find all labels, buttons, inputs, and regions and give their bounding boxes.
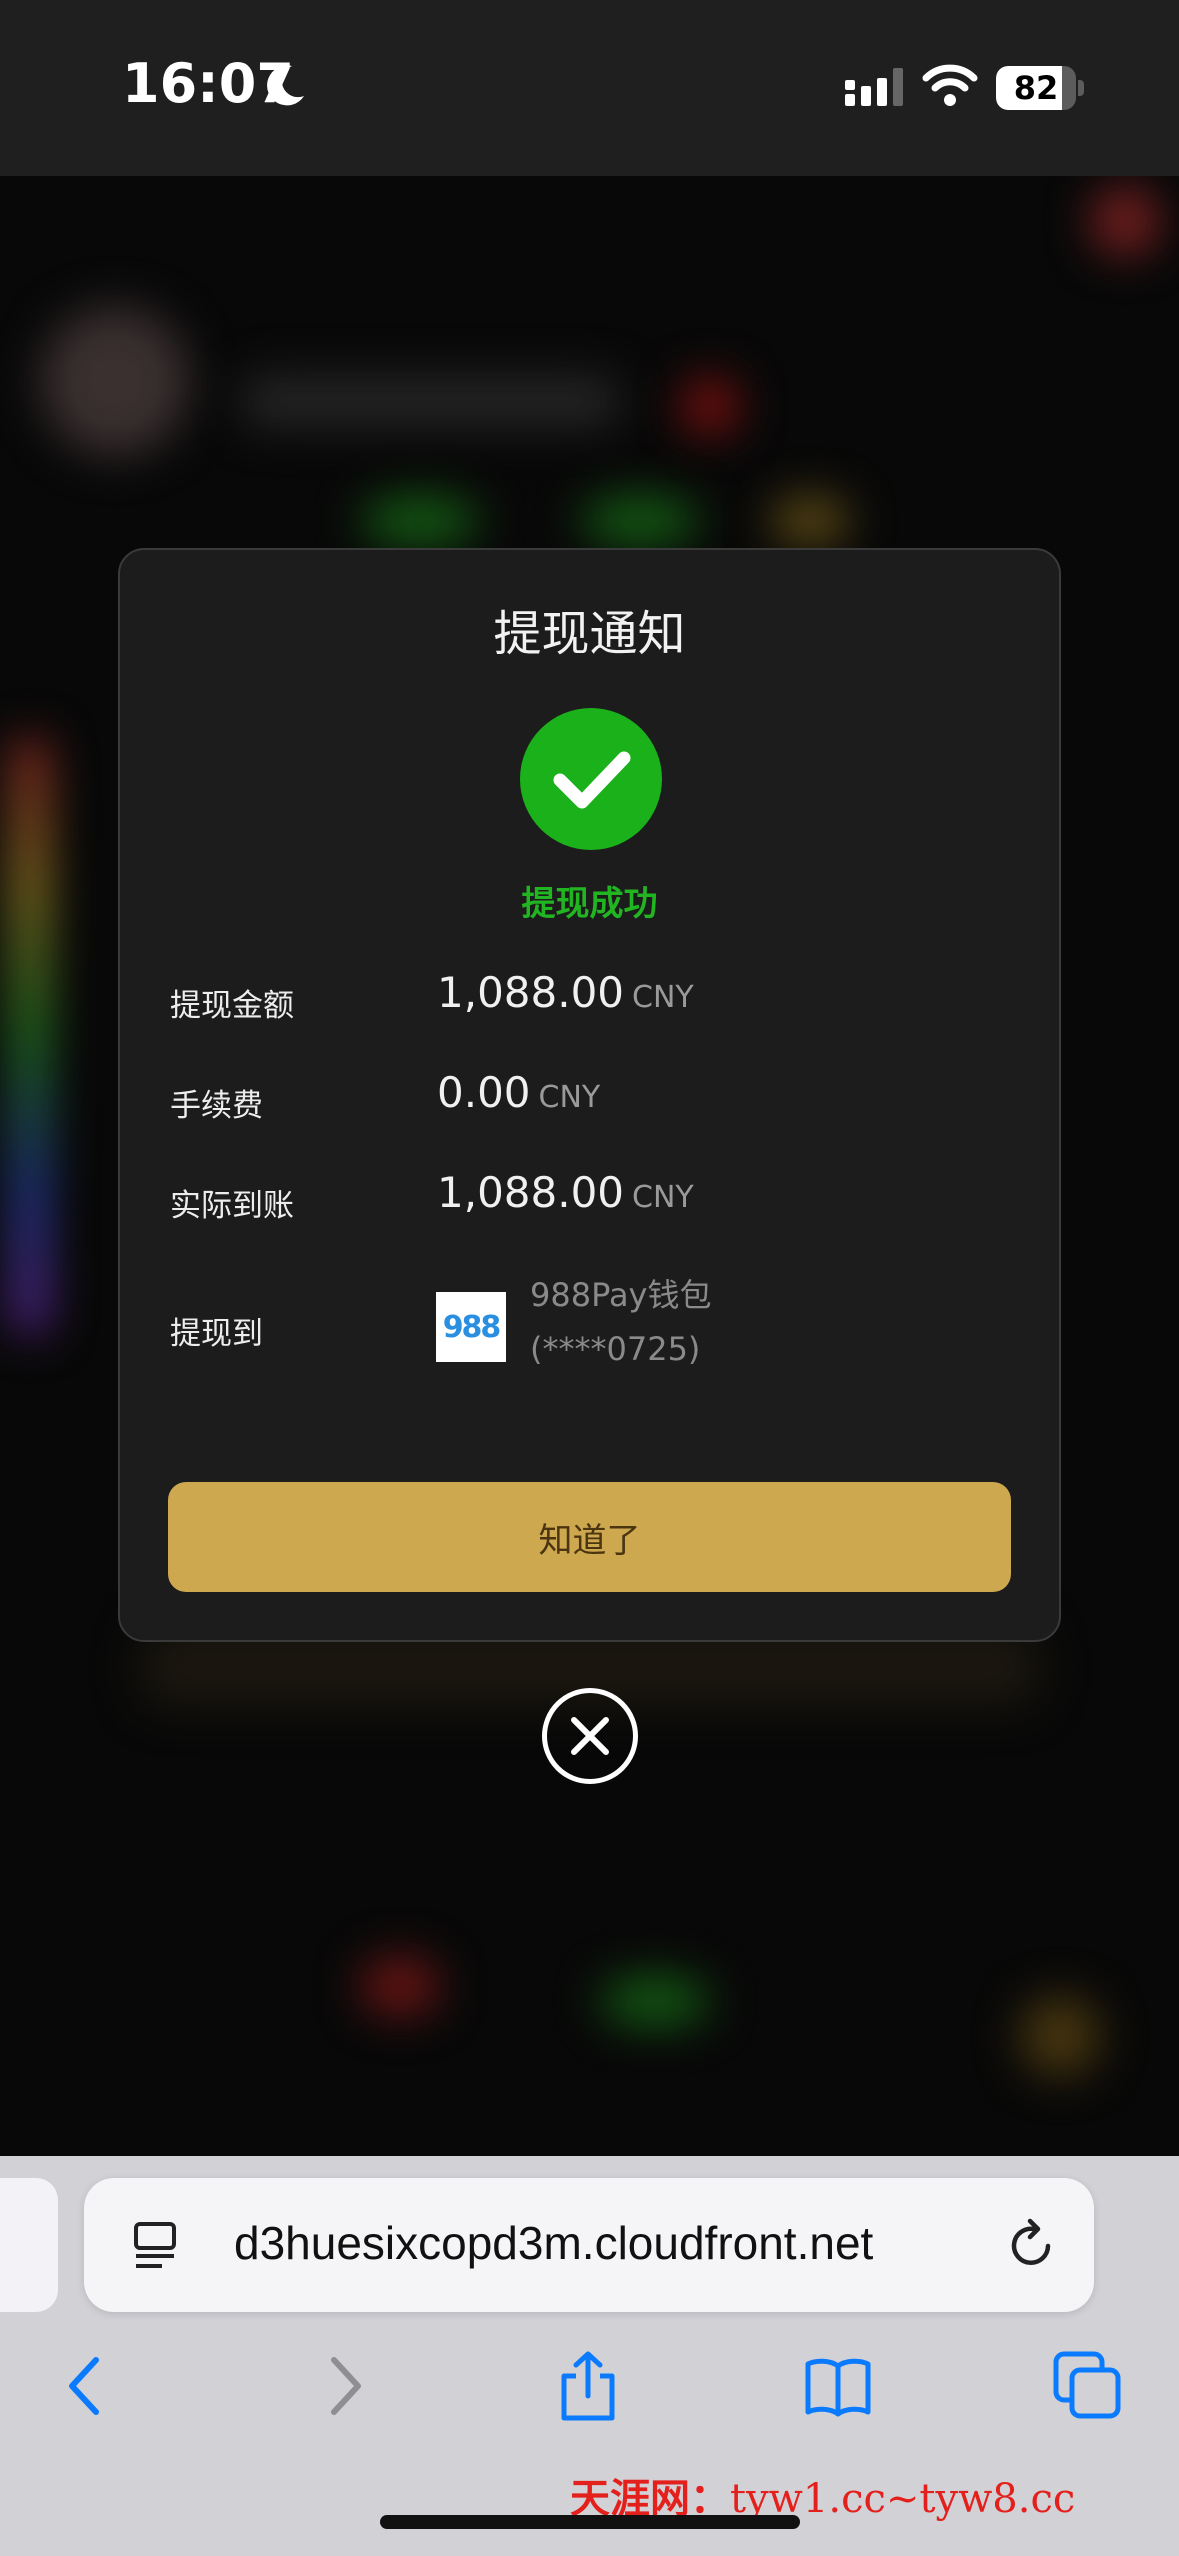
wallet-logo: 988 xyxy=(436,1292,506,1362)
home-indicator[interactable] xyxy=(380,2515,800,2529)
wallet-account: (****0725) xyxy=(530,1330,701,1368)
previous-tab-card[interactable] xyxy=(0,2178,58,2312)
cellular-signal-icon xyxy=(845,68,903,106)
amount-value: 1,088.00 CNY xyxy=(437,968,694,1017)
received-unit: CNY xyxy=(632,1180,694,1215)
received-number: 1,088.00 xyxy=(437,1168,625,1217)
received-value: 1,088.00 CNY xyxy=(437,1168,694,1217)
reader-icon[interactable] xyxy=(132,2220,182,2270)
reload-icon[interactable] xyxy=(1004,2218,1058,2272)
checkmark-icon xyxy=(520,708,662,850)
withdraw-notice-modal: 提现通知 提现成功 提现金额 1,088.00 CNY 手续费 0.00 CNY 实… xyxy=(118,548,1061,1642)
bookmarks-icon[interactable] xyxy=(802,2350,874,2422)
moon-icon xyxy=(267,65,304,106)
modal-title: 提现通知 xyxy=(493,606,686,662)
battery-level: 82 xyxy=(1013,69,1059,107)
amount-number: 1,088.00 xyxy=(437,968,625,1017)
amount-unit: CNY xyxy=(632,980,694,1015)
address-bar[interactable]: d3huesixcopd3m.cloudfront.net xyxy=(84,2178,1094,2312)
tabs-icon[interactable] xyxy=(1052,2350,1124,2422)
fee-unit: CNY xyxy=(538,1080,601,1115)
status-text: 提现成功 xyxy=(521,884,658,924)
battery-cap xyxy=(1078,80,1084,96)
wallet-name: 988Pay钱包 xyxy=(530,1276,712,1314)
share-icon[interactable] xyxy=(552,2350,624,2422)
status-bar: 16:07 82 xyxy=(0,0,1179,176)
confirm-button[interactable]: 知道了 xyxy=(168,1482,1011,1592)
forward-icon[interactable] xyxy=(306,2350,378,2422)
close-button[interactable] xyxy=(542,1688,638,1784)
fee-number: 0.00 xyxy=(437,1068,531,1117)
url-text[interactable]: d3huesixcopd3m.cloudfront.net xyxy=(234,2216,1054,2270)
destination-label: 提现到 xyxy=(170,1316,263,1352)
wifi-icon xyxy=(922,64,978,106)
amount-label: 提现金额 xyxy=(170,988,294,1024)
fee-value: 0.00 CNY xyxy=(437,1068,600,1117)
close-icon xyxy=(571,1717,609,1755)
back-icon[interactable] xyxy=(52,2350,124,2422)
received-label: 实际到账 xyxy=(170,1188,294,1224)
fee-label: 手续费 xyxy=(170,1088,263,1124)
battery-icon: 82 xyxy=(996,66,1076,110)
